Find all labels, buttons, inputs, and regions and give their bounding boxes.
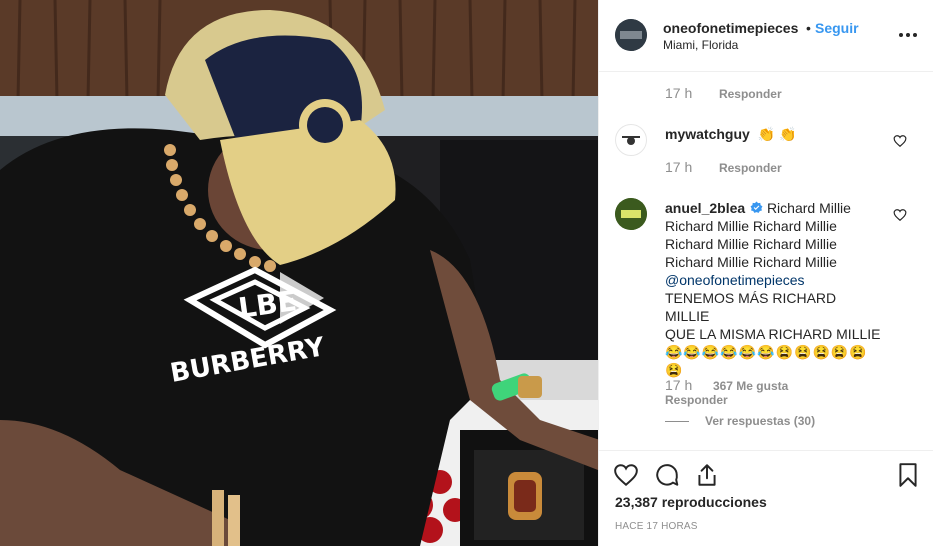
comment-icon[interactable] [654, 462, 680, 488]
bookmark-icon[interactable] [895, 462, 921, 488]
commenter-avatar[interactable] [615, 198, 647, 230]
comment-username[interactable]: mywatchguy [665, 126, 750, 142]
comment-time: 17 h [665, 377, 693, 393]
view-count-number: 23,387 [615, 494, 658, 510]
post-timestamp[interactable]: HACE 17 HORAS [615, 521, 698, 532]
comment-meta: 17 h Responder [665, 159, 782, 175]
comment-text-line: QUE LA MISMA RICHARD MILLIE [665, 326, 881, 342]
comment-likes-count[interactable]: 367 Me gusta [713, 379, 788, 393]
comment-text-line: Richard Millie Richard Millie [665, 218, 837, 234]
comment-text-line: TENEMOS MÁS RICHARD MILLIE [665, 290, 837, 324]
comment-time: 17 h [665, 159, 693, 175]
comment-mention-link[interactable]: @oneofonetimepieces [665, 272, 805, 288]
comment-text-line: Richard Millie Richard Millie [665, 236, 837, 252]
comment-meta: 17 h 367 Me gusta [665, 377, 788, 393]
reply-button[interactable]: Responder [719, 161, 782, 175]
more-options-button[interactable] [899, 24, 919, 44]
post-actions-bar [599, 450, 933, 451]
view-replies-line [665, 421, 689, 423]
comment-meta: 17 h Responder [665, 85, 782, 101]
comment-text-line: Richard Millie Richard Millie [665, 254, 837, 270]
commenter-avatar-image [622, 136, 640, 145]
author-avatar[interactable] [615, 19, 647, 51]
author-username[interactable]: oneofonetimepieces [663, 20, 798, 36]
post-sidebar: oneofonetimepieces • Seguir Miami, Flori… [598, 0, 933, 546]
comment-body: anuel_2blea Richard Millie Richard Milli… [665, 199, 883, 379]
view-replies-button[interactable]: Ver respuestas (30) [665, 414, 815, 428]
play-button[interactable] [266, 266, 330, 330]
post-location[interactable]: Miami, Florida [663, 38, 738, 52]
header-separator: • [806, 20, 811, 36]
verified-badge-icon [750, 201, 763, 213]
play-icon [280, 272, 324, 324]
comment-emoji-line: 😂😂😂😂😂😂😫😫😫😫😫 [665, 344, 868, 360]
comment-meta: Responder [665, 393, 728, 407]
post-video[interactable]: LBE BURBERRY [0, 0, 598, 546]
reply-button[interactable]: Responder [665, 393, 728, 407]
comment-body: mywatchguy 👏 👏 [665, 125, 883, 143]
comment-like-heart-icon[interactable] [893, 208, 907, 222]
heart-icon[interactable] [613, 462, 639, 488]
view-replies-label: Ver respuestas (30) [705, 414, 816, 428]
commenter-avatar-image [615, 198, 647, 230]
comment-text-line: Richard Millie [766, 200, 851, 216]
reply-button[interactable]: Responder [719, 87, 782, 101]
author-avatar-logo [615, 19, 647, 51]
comment-text: 👏 👏 [757, 126, 797, 142]
commenter-avatar[interactable] [615, 124, 647, 156]
comment-emoji-line: 😫 [665, 362, 684, 378]
comment-time: 17 h [665, 85, 693, 101]
view-count-label: reproducciones [661, 494, 767, 510]
view-count[interactable]: 23,387 reproducciones [615, 494, 767, 510]
post-header: oneofonetimepieces • Seguir Miami, Flori… [599, 0, 933, 72]
share-icon[interactable] [694, 462, 720, 488]
comment-like-heart-icon[interactable] [893, 134, 907, 148]
comment-username[interactable]: anuel_2blea [665, 200, 745, 216]
follow-button[interactable]: Seguir [815, 20, 859, 36]
